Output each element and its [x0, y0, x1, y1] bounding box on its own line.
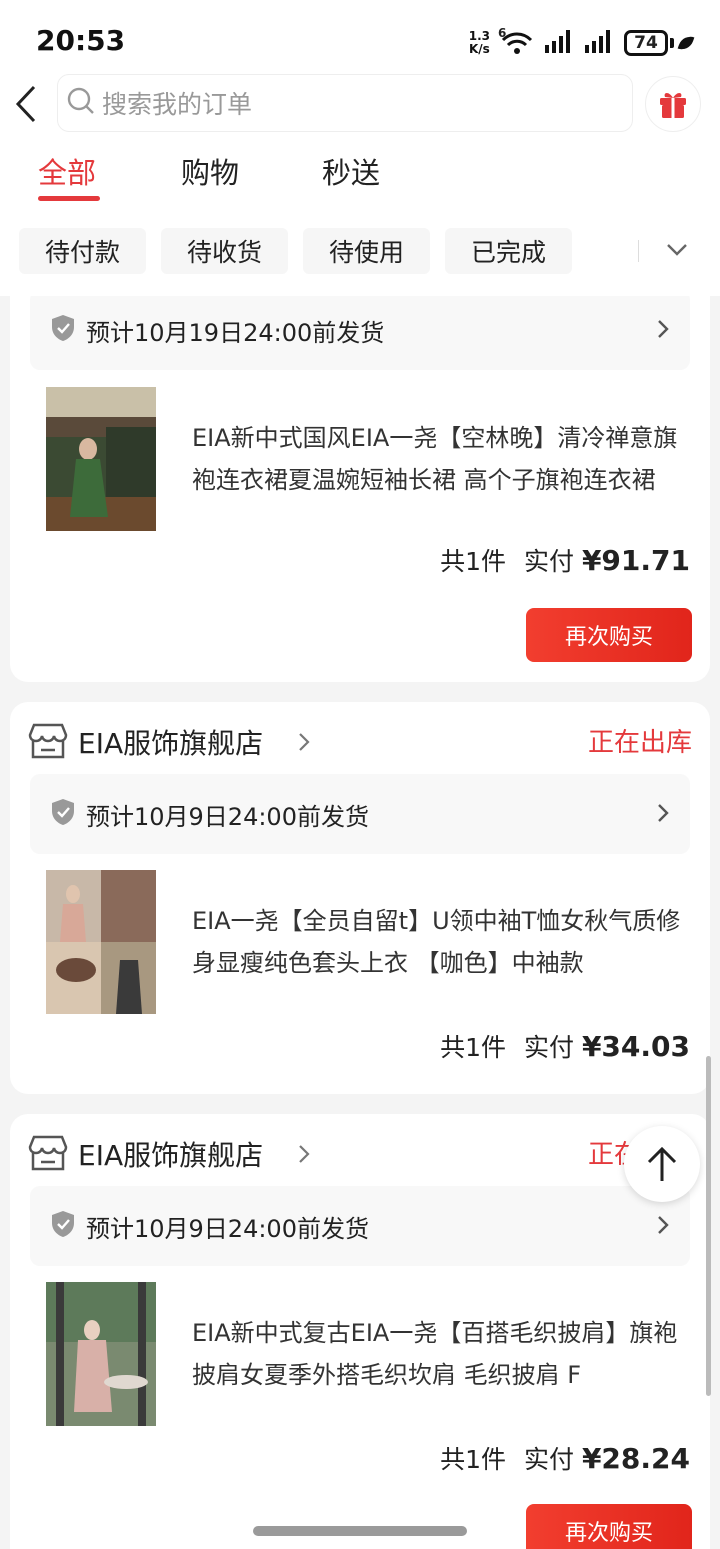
search-row: 搜索我的订单 — [0, 74, 720, 134]
filter-pending-payment[interactable]: 待付款 — [19, 228, 146, 274]
chevron-down-icon[interactable] — [664, 236, 690, 266]
chevron-right-icon — [656, 318, 670, 344]
clock: 20:53 — [36, 24, 126, 57]
order-tabs: 全部 购物 秒送 — [0, 150, 720, 210]
shield-icon — [50, 798, 76, 830]
tab-shopping[interactable]: 购物 — [181, 150, 239, 192]
chevron-right-icon — [298, 732, 310, 756]
paid-label: 实付 — [523, 1445, 574, 1474]
back-to-top-button[interactable] — [624, 1126, 700, 1202]
price-line: 共1件 实付 ¥91.71 — [440, 542, 690, 578]
product-image[interactable] — [46, 1282, 156, 1426]
product-image[interactable] — [46, 387, 156, 531]
shipping-estimate-text: 预计10月9日24:00前发货 — [86, 1214, 369, 1243]
price-line: 共1件 实付 ¥34.03 — [440, 1028, 690, 1064]
battery-level: 74 — [624, 30, 668, 56]
product-image[interactable] — [46, 870, 156, 1014]
top-header: 20:53 1.3 K/s 6 74 搜索我的订单 全部 购物 秒送 待付款 待… — [0, 0, 720, 296]
tab-instant-delivery[interactable]: 秒送 — [322, 150, 380, 192]
order-status: 正在出库 — [587, 728, 692, 758]
shield-icon — [50, 1210, 76, 1242]
chevron-right-icon — [656, 802, 670, 828]
shipping-estimate-row[interactable]: 预计10月9日24:00前发货 — [30, 774, 690, 854]
leaf-icon — [677, 33, 695, 53]
paid-label: 实付 — [523, 1033, 574, 1062]
paid-amount: ¥34.03 — [581, 1030, 690, 1063]
shop-header[interactable]: EIA服饰旗舰店 正在出库 — [28, 1132, 692, 1176]
search-placeholder: 搜索我的订单 — [102, 90, 253, 119]
shipping-estimate-text: 预计10月9日24:00前发货 — [86, 802, 369, 831]
filter-completed[interactable]: 已完成 — [445, 228, 572, 274]
shipping-estimate-row[interactable]: 预计10月9日24:00前发货 — [30, 1186, 690, 1266]
shield-icon — [50, 314, 76, 346]
order-card-3[interactable]: EIA服饰旗舰店 正在出库 预计10月9日24:00前发货 EIA新中式复古EI… — [10, 1114, 710, 1549]
shipping-estimate-row[interactable]: 预计10月19日24:00前发货 — [30, 290, 690, 370]
shop-name[interactable]: EIA服饰旗舰店 — [78, 722, 263, 762]
divider — [638, 240, 639, 262]
home-indicator[interactable] — [253, 1526, 467, 1536]
shipping-estimate-text: 预计10月19日24:00前发货 — [86, 318, 385, 347]
price-line: 共1件 实付 ¥28.24 — [440, 1440, 690, 1476]
arrow-up-icon — [647, 1146, 677, 1181]
chevron-right-icon — [298, 1144, 310, 1168]
item-count: 共1件 — [440, 1033, 506, 1062]
battery-icon: 74 — [624, 30, 695, 56]
signal-icon — [584, 29, 614, 57]
chevron-right-icon — [656, 1214, 670, 1240]
network-speed-unit: K/s — [468, 42, 490, 56]
item-count: 共1件 — [440, 547, 506, 576]
paid-amount: ¥28.24 — [581, 1442, 690, 1475]
order-card-1[interactable]: 预计10月19日24:00前发货 EIA新中式国风EIA一尧【空林晚】清冷禅意旗… — [10, 280, 710, 682]
store-icon — [28, 1134, 68, 1176]
search-input[interactable]: 搜索我的订单 — [57, 74, 633, 132]
item-count: 共1件 — [440, 1445, 506, 1474]
back-button[interactable] — [6, 78, 46, 130]
order-card-2[interactable]: EIA服饰旗舰店 正在出库 预计10月9日24:00前发货 EIA一尧【全员自留… — [10, 702, 710, 1094]
product-title[interactable]: EIA一尧【全员自留t】U领中袖T恤女秋气质修身显瘦纯色套头上衣 【咖色】中袖款 — [192, 900, 682, 984]
tab-all[interactable]: 全部 — [38, 150, 96, 192]
filter-pending-use[interactable]: 待使用 — [303, 228, 430, 274]
wifi-label: 6 — [498, 26, 507, 40]
chevron-left-icon — [15, 85, 36, 123]
search-icon — [66, 86, 96, 120]
status-bar: 20:53 1.3 K/s 6 74 — [0, 0, 720, 80]
filter-pending-receipt[interactable]: 待收货 — [161, 228, 288, 274]
gift-icon — [660, 93, 686, 118]
paid-amount: ¥91.71 — [581, 544, 690, 577]
buy-again-button[interactable]: 再次购买 — [526, 608, 692, 662]
shop-name[interactable]: EIA服饰旗舰店 — [78, 1134, 263, 1174]
store-icon — [28, 722, 68, 764]
product-title[interactable]: EIA新中式复古EIA一尧【百搭毛织披肩】旗袍披肩女夏季外搭毛织坎肩 毛织披肩 … — [192, 1312, 682, 1396]
network-speed: 1.3 K/s — [469, 30, 490, 56]
shop-header[interactable]: EIA服饰旗舰店 正在出库 — [28, 720, 692, 764]
wifi-icon: 6 — [498, 26, 534, 56]
status-filters: 待付款 待收货 待使用 已完成 — [0, 228, 720, 276]
tab-indicator — [38, 196, 100, 201]
buy-again-button[interactable]: 再次购买 — [526, 1504, 692, 1549]
signal-icon — [544, 29, 574, 57]
gift-button[interactable] — [645, 76, 701, 132]
scrollbar[interactable] — [706, 1056, 711, 1396]
product-title[interactable]: EIA新中式国风EIA一尧【空林晚】清冷禅意旗袍连衣裙夏温婉短袖长裙 高个子旗袍… — [192, 417, 682, 501]
paid-label: 实付 — [523, 547, 574, 576]
